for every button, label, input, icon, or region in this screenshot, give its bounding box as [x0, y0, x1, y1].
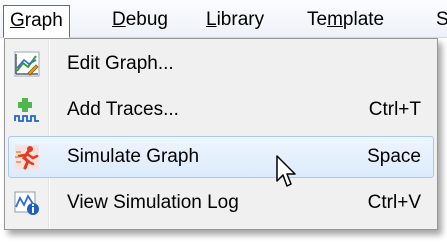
- mouse-pointer-icon: [276, 155, 296, 187]
- menu-library[interactable]: Library: [206, 5, 264, 35]
- menu-template-accesskey: m: [327, 9, 343, 30]
- simulate-runner-icon: [14, 144, 40, 170]
- menu-template[interactable]: Template: [307, 5, 384, 35]
- menu-item-add-traces[interactable]: Add Traces... Ctrl+T: [8, 89, 434, 131]
- menu-truncated-label: S: [436, 9, 447, 30]
- menu-item-view-simulation-log[interactable]: View Simulation Log Ctrl+V: [8, 182, 434, 224]
- graph-dropdown-menu: Edit Graph... Add Traces... Ctrl+T Simul…: [4, 38, 438, 230]
- menu-library-rest: ibrary: [216, 9, 265, 30]
- menu-debug-rest: ebug: [125, 9, 169, 30]
- menu-debug[interactable]: Debug: [112, 5, 168, 35]
- view-simulation-log-shortcut: Ctrl+V: [367, 192, 421, 213]
- add-traces-shortcut: Ctrl+T: [368, 99, 421, 120]
- edit-graph-icon: [14, 51, 40, 77]
- add-traces-label: Add Traces...: [67, 99, 179, 120]
- screenshot-stage: Graph Debug Library Template S Edit Grap…: [0, 0, 447, 244]
- menu-graph[interactable]: Graph: [3, 5, 70, 38]
- simulate-graph-label: Simulate Graph: [67, 146, 200, 167]
- menu-debug-accesskey: D: [112, 9, 126, 30]
- menu-item-simulate-graph[interactable]: Simulate Graph Space: [8, 136, 434, 178]
- menu-truncated[interactable]: S: [436, 5, 447, 35]
- menu-graph-rest: raph: [24, 10, 63, 31]
- simulate-graph-shortcut: Space: [367, 146, 421, 167]
- edit-graph-label: Edit Graph...: [67, 53, 174, 74]
- menu-graph-accesskey: G: [10, 10, 25, 31]
- menu-item-edit-graph[interactable]: Edit Graph...: [8, 43, 434, 85]
- menu-library-accesskey: L: [206, 9, 217, 30]
- menu-bar: Graph Debug Library Template S: [0, 0, 447, 38]
- menu-template-rest: plate: [342, 9, 385, 30]
- view-simulation-log-label: View Simulation Log: [67, 192, 239, 213]
- add-traces-icon: [14, 97, 40, 123]
- menu-template-prefix: Te: [307, 9, 328, 30]
- simulation-log-icon: [14, 190, 40, 216]
